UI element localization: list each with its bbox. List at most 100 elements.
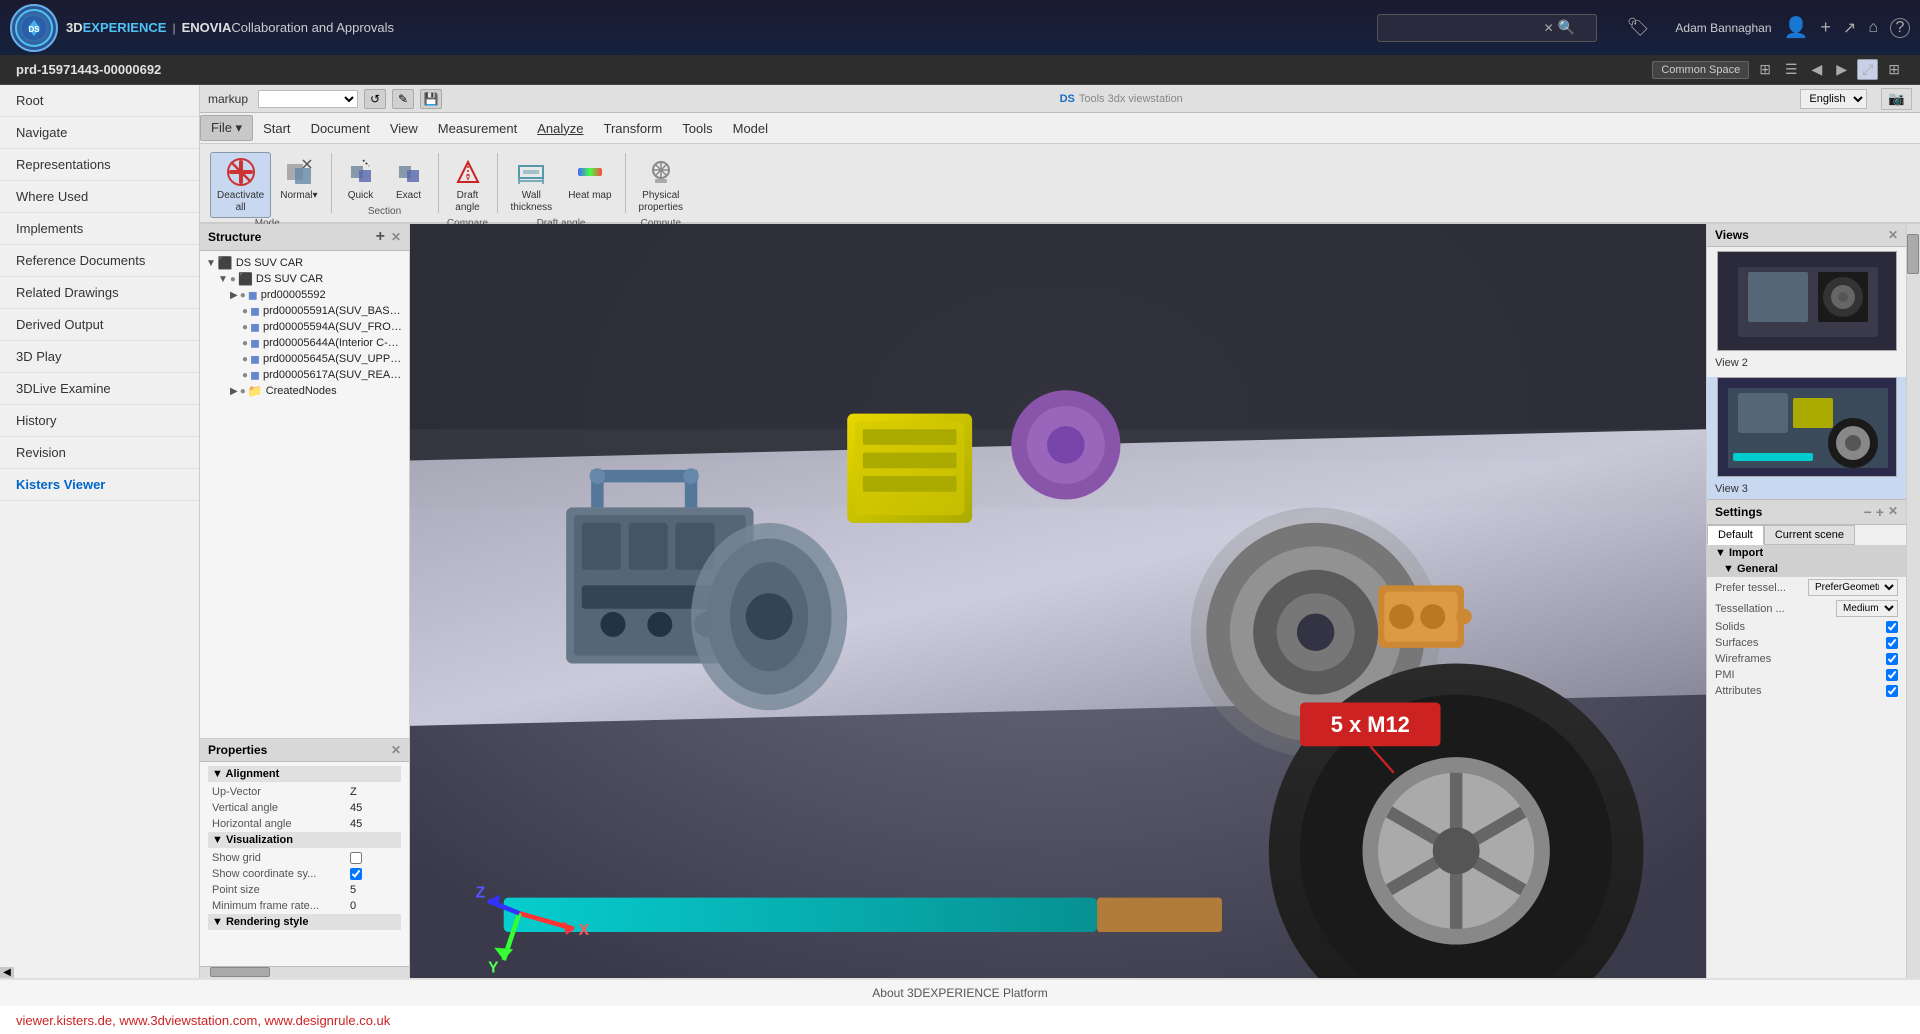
visibility-icon[interactable]: ●: [242, 306, 248, 317]
visibility-icon[interactable]: ●: [242, 370, 248, 381]
tree-node-8[interactable]: ▶ ● 📁 CreatedNodes: [204, 383, 405, 399]
heat-map-btn[interactable]: Heat map: [561, 152, 618, 206]
settings-close-btn[interactable]: ✕: [1888, 504, 1898, 520]
transform-menu-item[interactable]: Transform: [594, 117, 673, 140]
tessellation-select[interactable]: Medium: [1836, 600, 1898, 617]
exact-btn[interactable]: Exact: [386, 152, 432, 206]
quick-btn[interactable]: Quick: [338, 152, 384, 206]
start-menu-item[interactable]: Start: [253, 117, 300, 140]
sidebar-item-derived-output[interactable]: Derived Output: [0, 309, 199, 341]
wireframes-checkbox[interactable]: [1886, 653, 1898, 665]
tree-node-2[interactable]: ▶ ● ◼ prd00005592: [204, 287, 405, 303]
tree-arrow[interactable]: ▼: [206, 258, 216, 269]
attributes-checkbox[interactable]: [1886, 685, 1898, 697]
markup-select[interactable]: [258, 90, 358, 108]
visualization-section-header[interactable]: ▼ Visualization: [208, 832, 401, 848]
deactivate-all-btn[interactable]: Deactivateall: [210, 152, 271, 218]
sidebar-item-related-drawings[interactable]: Related Drawings: [0, 277, 199, 309]
main-scrollbar[interactable]: [1906, 224, 1920, 978]
document-menu-item[interactable]: Document: [301, 117, 380, 140]
common-space-btn[interactable]: Common Space: [1652, 61, 1749, 79]
sidebar-item-3dlive[interactable]: 3DLive Examine: [0, 373, 199, 405]
solids-checkbox[interactable]: [1886, 621, 1898, 633]
tree-node-6[interactable]: ● ◼ prd00005645A(SUV_UPPER_PA: [204, 351, 405, 367]
visibility-icon[interactable]: ●: [242, 354, 248, 365]
tree-node-1[interactable]: ▼ ● ⬛ DS SUV CAR: [204, 271, 405, 287]
normal-btn[interactable]: Normal▾: [273, 152, 324, 206]
screenshot-btn[interactable]: 📷: [1881, 88, 1912, 110]
views-close-btn[interactable]: ✕: [1888, 228, 1898, 242]
general-section-header[interactable]: ▼ General: [1707, 561, 1906, 577]
sidebar-item-3d-play[interactable]: 3D Play: [0, 341, 199, 373]
visibility-icon[interactable]: ●: [230, 274, 236, 285]
sidebar-item-root[interactable]: Root: [0, 85, 199, 117]
structure-add-btn[interactable]: +: [376, 228, 385, 246]
tree-node-5[interactable]: ● ◼ prd00005644A(Interior C-Beyond: [204, 335, 405, 351]
settings-minus-btn[interactable]: −: [1864, 504, 1872, 520]
car-scene[interactable]: X Y Z 5 x M12: [410, 224, 1706, 978]
visibility-icon[interactable]: ●: [242, 322, 248, 333]
file-menu-btn[interactable]: File ▾: [200, 115, 253, 141]
visibility-icon[interactable]: ●: [242, 338, 248, 349]
help-icon[interactable]: ?: [1890, 18, 1910, 38]
share-icon[interactable]: ↗: [1843, 18, 1856, 38]
sidebar-item-revision[interactable]: Revision: [0, 437, 199, 469]
draft-angle-btn[interactable]: α Draftangle: [445, 152, 491, 218]
sidebar-collapse-btn[interactable]: ◀: [0, 967, 14, 978]
show-grid-checkbox[interactable]: [350, 852, 362, 864]
fullscreen-icon[interactable]: ⤢: [1857, 59, 1878, 80]
measurement-menu-item[interactable]: Measurement: [428, 117, 527, 140]
expand-icon[interactable]: ⊞: [1884, 59, 1904, 80]
nav-forward-icon[interactable]: ▶: [1832, 59, 1851, 80]
home-icon[interactable]: ⌂: [1868, 19, 1878, 37]
markup-btn-save[interactable]: 💾: [420, 89, 442, 109]
import-section-header[interactable]: ▼ Import: [1707, 545, 1906, 561]
sidebar-item-history[interactable]: History: [0, 405, 199, 437]
tree-node-3[interactable]: ● ◼ prd00005591A(SUV_BASE_PAR: [204, 303, 405, 319]
scrollbar-thumb[interactable]: [210, 967, 270, 977]
sidebar-item-implements[interactable]: Implements: [0, 213, 199, 245]
grid-icon[interactable]: ⊞: [1755, 59, 1775, 80]
model-menu-item[interactable]: Model: [723, 117, 778, 140]
surfaces-checkbox[interactable]: [1886, 637, 1898, 649]
pmi-checkbox[interactable]: [1886, 669, 1898, 681]
sidebar-item-kisters[interactable]: Kisters Viewer: [0, 469, 199, 501]
alignment-section-header[interactable]: ▼ Alignment: [208, 766, 401, 782]
user-avatar-icon[interactable]: 👤: [1784, 15, 1809, 40]
view-menu-item[interactable]: View: [380, 117, 428, 140]
tree-arrow[interactable]: ▶: [230, 386, 238, 397]
scrollbar-thumb[interactable]: [1907, 234, 1919, 274]
settings-tab-default[interactable]: Default: [1707, 525, 1764, 545]
language-select[interactable]: English: [1800, 89, 1867, 109]
tree-arrow[interactable]: ▼: [218, 274, 228, 285]
clear-search-icon[interactable]: ✕: [1544, 21, 1554, 35]
markup-btn-edit[interactable]: ✎: [392, 89, 414, 109]
tree-node-root[interactable]: ▼ ⬛ DS SUV CAR: [204, 255, 405, 271]
prefer-tessel-select[interactable]: PreferGeometr: [1808, 579, 1898, 596]
show-coords-checkbox[interactable]: [350, 868, 362, 880]
add-icon[interactable]: +: [1820, 17, 1831, 38]
visibility-icon[interactable]: ●: [240, 386, 246, 397]
sidebar-item-representations[interactable]: Representations: [0, 149, 199, 181]
properties-close-btn[interactable]: ✕: [391, 743, 401, 757]
search-input[interactable]: [1384, 21, 1544, 35]
structure-close-btn[interactable]: ✕: [391, 230, 401, 244]
horizontal-scrollbar[interactable]: [200, 966, 409, 978]
view3-item[interactable]: View 3: [1707, 377, 1906, 499]
viewer-main[interactable]: ✕ DS SUV CAR.3dvs: [410, 224, 1706, 978]
search-icon[interactable]: 🔍: [1558, 19, 1575, 36]
tree-node-4[interactable]: ● ◼ prd00005594A(SUV_FRONT_PA: [204, 319, 405, 335]
sidebar-item-navigate[interactable]: Navigate: [0, 117, 199, 149]
tag-icon[interactable]: 🏷: [1627, 17, 1650, 38]
physical-props-btn[interactable]: Physicalproperties: [632, 152, 690, 218]
markup-btn-refresh[interactable]: ↺: [364, 89, 386, 109]
settings-tab-current-scene[interactable]: Current scene: [1764, 525, 1855, 545]
tools-menu-item[interactable]: Tools: [672, 117, 722, 140]
nav-back-icon[interactable]: ◀: [1808, 59, 1827, 80]
wall-thickness-btn[interactable]: Wallthickness: [504, 152, 560, 218]
menu-icon[interactable]: ☰: [1781, 59, 1802, 80]
settings-plus-btn[interactable]: +: [1876, 504, 1884, 520]
sidebar-item-where-used[interactable]: Where Used: [0, 181, 199, 213]
analyze-menu-item[interactable]: Analyze: [527, 117, 593, 140]
sidebar-item-reference-documents[interactable]: Reference Documents: [0, 245, 199, 277]
